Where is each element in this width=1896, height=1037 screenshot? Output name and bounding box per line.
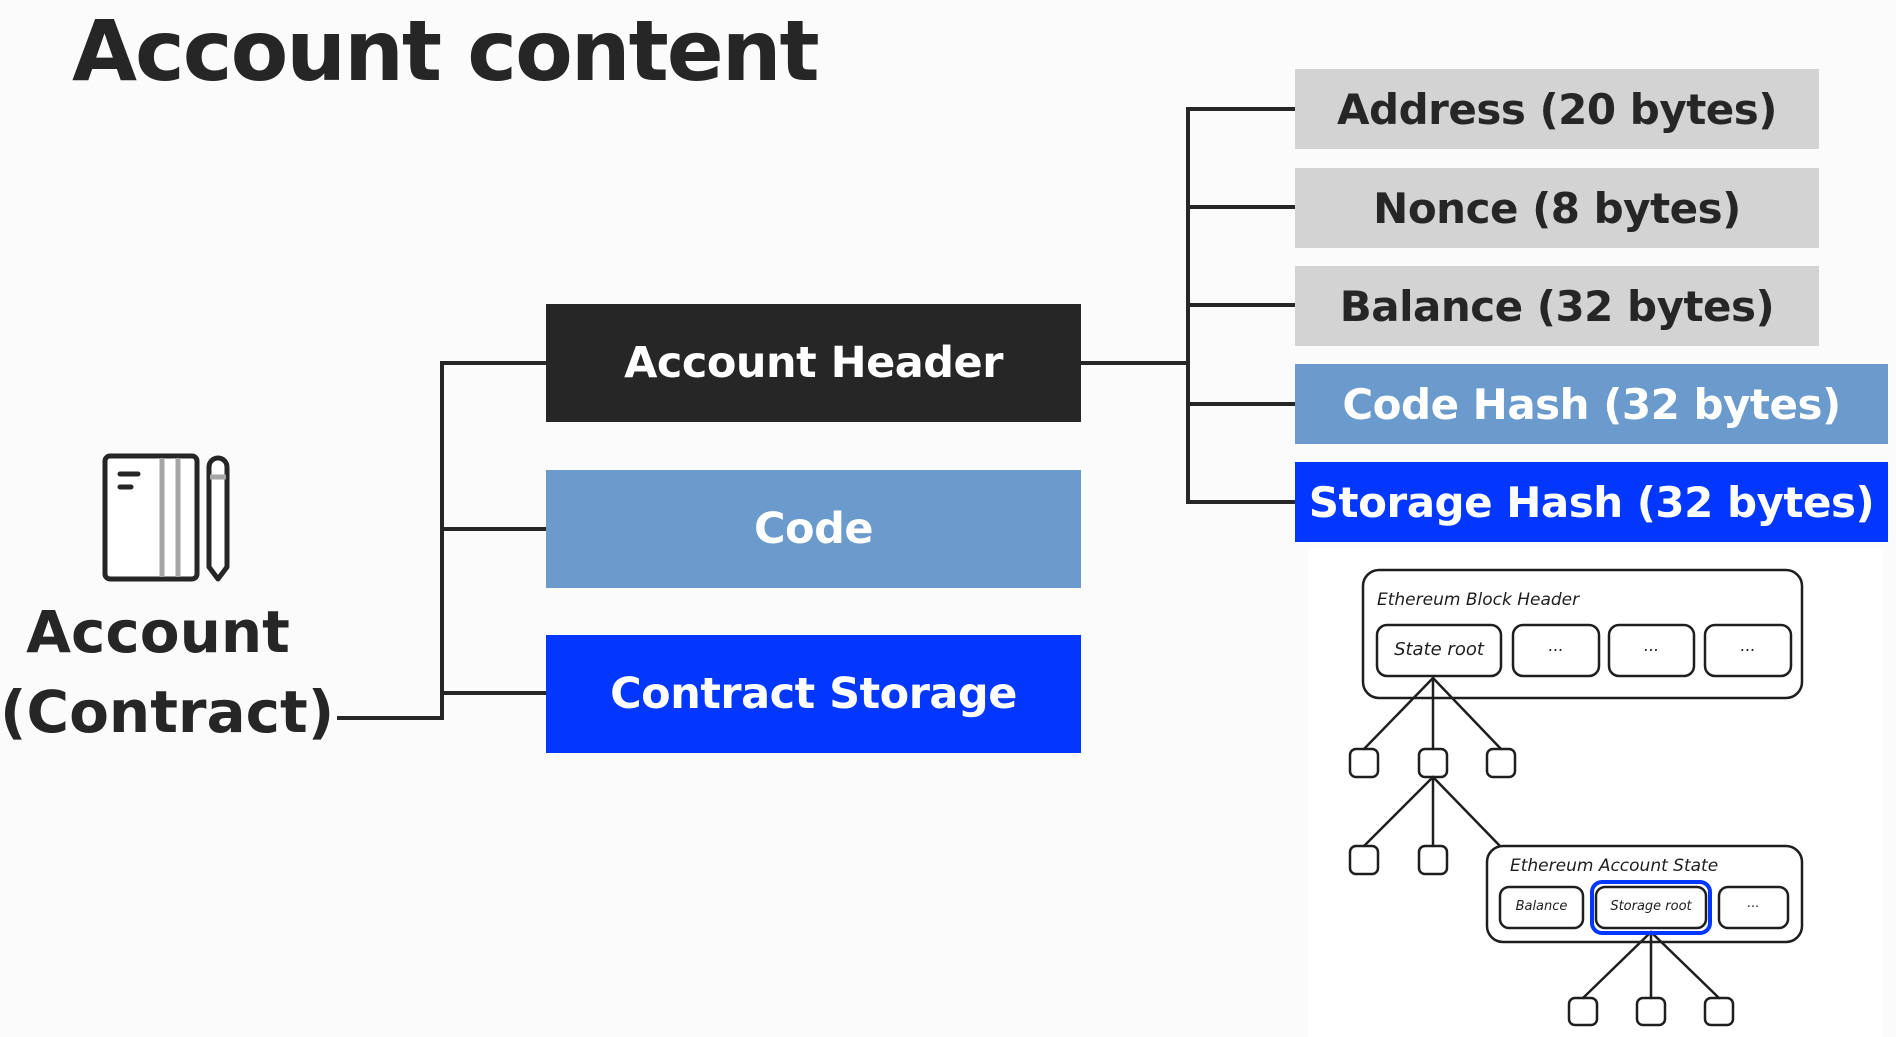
account-header-label: Account Header	[624, 338, 1003, 388]
block-header-cell-4-label: ...	[1740, 636, 1756, 655]
account-balance-label: Balance	[1515, 899, 1568, 914]
branch-line-header	[440, 361, 546, 365]
nonce-field-box: Nonce (8 bytes)	[1295, 168, 1819, 248]
branch-line-code-hash	[1186, 402, 1295, 406]
component-trunk-line	[440, 361, 444, 720]
code-label: Code	[753, 504, 874, 554]
account-connector	[337, 716, 444, 720]
code-box: Code	[546, 470, 1081, 588]
header-connector	[1081, 361, 1189, 365]
balance-field-box: Balance (32 bytes)	[1295, 266, 1819, 346]
account-state-cell-3-label: ...	[1747, 896, 1760, 911]
block-header-title: Ethereum Block Header	[1377, 590, 1580, 610]
block-header-cell-2-label: ...	[1548, 636, 1564, 655]
contract-storage-label: Contract Storage	[610, 669, 1017, 719]
state-root-label: State root	[1394, 639, 1484, 660]
trie-sketch-panel	[1308, 548, 1883, 1037]
page-title: Account content	[72, 2, 820, 100]
code-hash-field-box: Code Hash (32 bytes)	[1295, 364, 1888, 444]
storage-hash-field-box: Storage Hash (32 bytes)	[1295, 462, 1888, 542]
branch-line-address	[1186, 107, 1295, 111]
account-label-line1: Account	[26, 598, 290, 666]
branch-line-storage-hash	[1186, 500, 1295, 504]
contract-storage-box: Contract Storage	[546, 635, 1081, 753]
storage-root-label: Storage root	[1610, 899, 1692, 914]
account-label: Account (Contract)	[0, 592, 335, 752]
branch-line-storage	[440, 691, 546, 695]
branch-line-code	[440, 527, 546, 531]
address-field-box: Address (20 bytes)	[1295, 69, 1819, 149]
branch-line-nonce	[1186, 205, 1295, 209]
code-hash-field-label: Code Hash (32 bytes)	[1342, 379, 1841, 429]
nonce-field-label: Nonce (8 bytes)	[1373, 183, 1741, 233]
account-header-box: Account Header	[546, 304, 1081, 422]
account-state-title: Ethereum Account State	[1510, 856, 1719, 876]
block-header-cell-3-label: ...	[1643, 636, 1660, 655]
notebook-pencil-icon	[102, 453, 230, 582]
balance-field-label: Balance (32 bytes)	[1339, 281, 1775, 331]
address-field-label: Address (20 bytes)	[1337, 84, 1777, 134]
account-label-line2: (Contract)	[0, 678, 335, 746]
storage-hash-field-label: Storage Hash (32 bytes)	[1308, 477, 1875, 527]
branch-line-balance	[1186, 303, 1295, 307]
